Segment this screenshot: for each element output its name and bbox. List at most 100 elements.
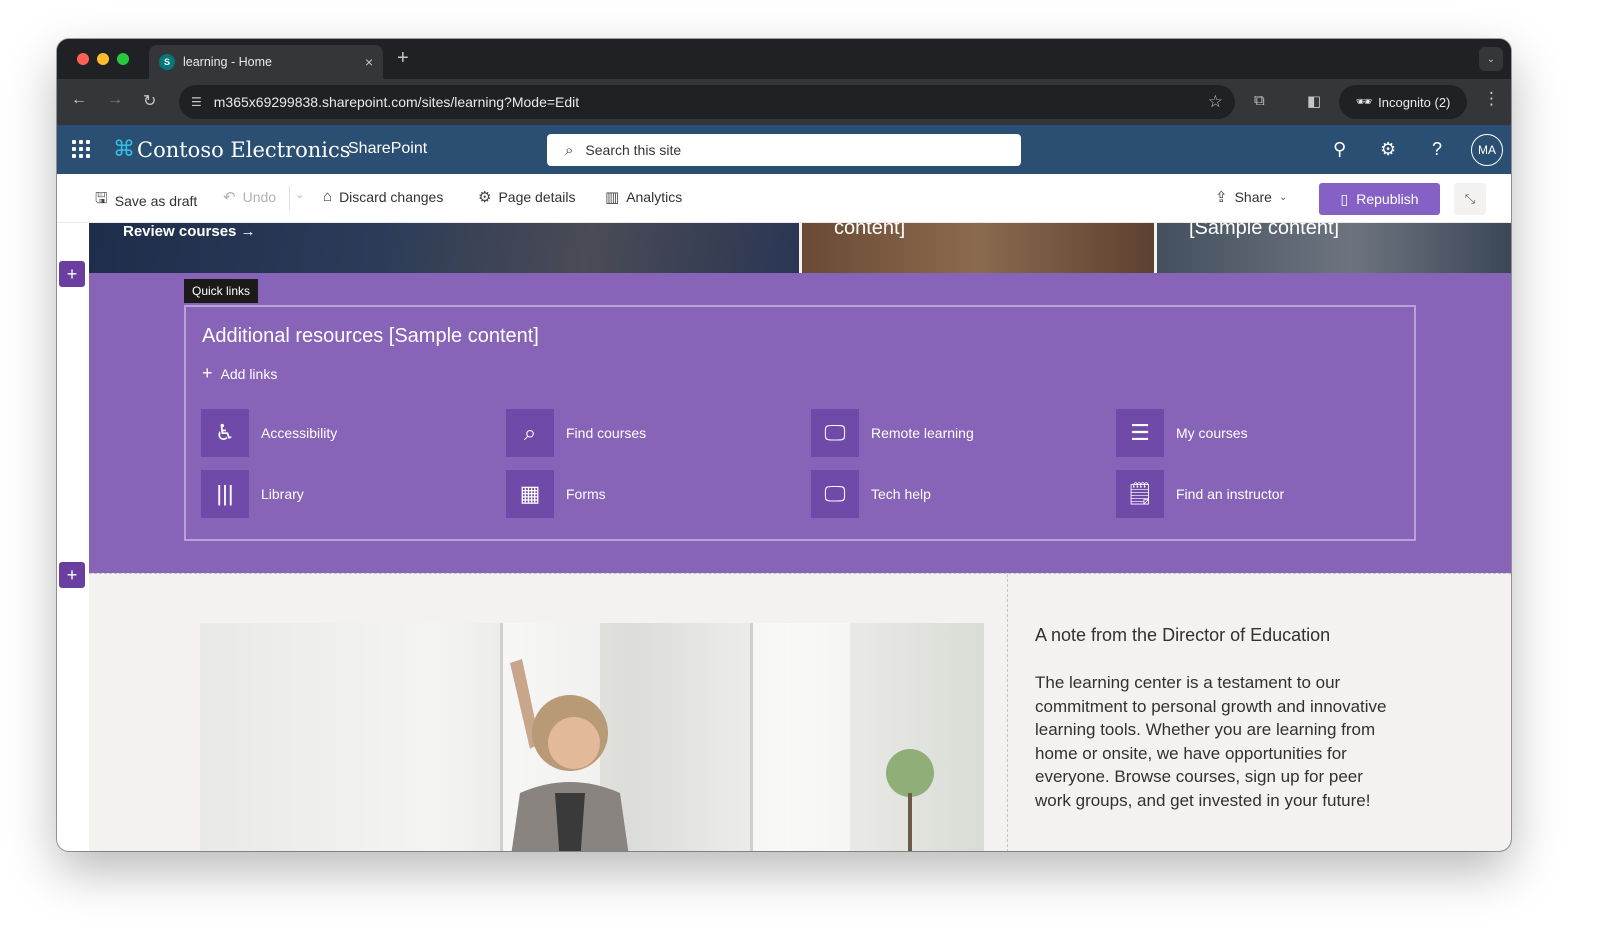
tab-strip: S learning - Home × + ⌄: [57, 39, 1511, 79]
hero-tile[interactable]: content]: [802, 223, 1154, 273]
note-title[interactable]: A note from the Director of Education: [1035, 625, 1330, 646]
discard-changes-label: Discard changes: [339, 188, 444, 205]
org-brand[interactable]: ⌘ Contoso Electronics: [113, 137, 351, 162]
add-links-label: Add links: [220, 365, 278, 382]
director-photo[interactable]: [200, 623, 984, 851]
quick-links-title[interactable]: Additional resources [Sample content]: [202, 325, 539, 348]
tab-search-button[interactable]: ⌄: [1479, 47, 1503, 71]
forms-icon: ▦: [506, 470, 554, 518]
incognito-indicator[interactable]: 🕶 Incognito (2): [1339, 85, 1467, 119]
republish-button[interactable]: ▯ Republish: [1319, 183, 1440, 215]
search-icon: ⌕: [565, 141, 574, 159]
hero-tile-text: [Sample content]: [1189, 223, 1340, 239]
org-name: Contoso Electronics: [137, 137, 351, 162]
hero-tile[interactable]: Review courses →: [89, 223, 799, 273]
republish-icon: ▯: [1340, 190, 1349, 207]
help-icon[interactable]: ?: [1432, 139, 1442, 160]
undo-icon: ↶: [223, 189, 236, 206]
page-details-button[interactable]: ⚙ Page details: [478, 188, 576, 206]
tab-learning-home[interactable]: S learning - Home ×: [149, 45, 383, 79]
monitor-check-icon: 🖵: [811, 409, 859, 457]
forward-arrow-icon[interactable]: →: [107, 91, 123, 109]
quick-link-library[interactable]: ||| Library: [201, 470, 304, 518]
quick-link-tech-help[interactable]: 🖵 Tech help: [811, 470, 931, 518]
quick-link-find-courses[interactable]: ⌕ Find courses: [506, 409, 646, 457]
browser-menu-icon[interactable]: ⋮: [1483, 89, 1500, 109]
quick-link-remote-learning[interactable]: 🖵 Remote learning: [811, 409, 974, 457]
settings-gear-icon[interactable]: ⚙: [1380, 139, 1396, 160]
republish-label: Republish: [1356, 191, 1419, 207]
back-arrow-icon[interactable]: ←: [71, 91, 87, 109]
quick-link-label: Find an instructor: [1176, 486, 1285, 502]
suite-bar: ⌘ Contoso Electronics SharePoint ⌕ Searc…: [57, 125, 1511, 174]
quick-link-forms[interactable]: ▦ Forms: [506, 470, 606, 518]
edit-command-bar: 🖫 Save as draft ↶ Undo ⌄ ⌂ Discard chang…: [57, 174, 1511, 223]
site-search-box[interactable]: ⌕ Search this site: [547, 134, 1021, 166]
new-tab-button[interactable]: +: [397, 47, 409, 70]
undo-dropdown-chevron-icon[interactable]: ⌄: [295, 188, 304, 201]
address-bar[interactable]: ☰ m365x69299838.sharepoint.com/sites/lea…: [179, 85, 1235, 119]
reload-icon[interactable]: ↻: [143, 91, 156, 111]
share-button[interactable]: ⇪ Share ⌄: [1215, 188, 1287, 206]
url-text[interactable]: m365x69299838.sharepoint.com/sites/learn…: [214, 94, 1208, 110]
incognito-icon: 🕶: [1355, 94, 1373, 109]
analytics-label: Analytics: [626, 189, 683, 205]
side-panel-icon[interactable]: ◧: [1307, 92, 1321, 110]
discard-icon: ⌂: [323, 188, 333, 205]
save-icon: 🖫: [95, 190, 108, 207]
quick-links-section: Quick links Additional resources [Sample…: [89, 273, 1511, 573]
accessibility-icon: ♿: [201, 409, 249, 457]
quick-link-label: Tech help: [871, 486, 931, 502]
share-label: Share: [1234, 189, 1272, 205]
add-section-button[interactable]: +: [59, 261, 85, 287]
quick-link-find-an-instructor[interactable]: 🗒 Find an instructor: [1116, 470, 1284, 518]
quick-link-label: Find courses: [566, 425, 647, 441]
left-gutter: [57, 223, 89, 851]
page-details-label: Page details: [498, 189, 576, 205]
bookmark-star-icon[interactable]: ☆: [1208, 92, 1223, 112]
sites-icon[interactable]: ⚲: [1333, 139, 1346, 160]
tab-title: learning - Home: [183, 55, 272, 69]
undo-divider: [289, 186, 290, 210]
tab-close-icon[interactable]: ×: [365, 54, 373, 70]
minimize-window-button[interactable]: [97, 53, 109, 65]
review-courses-link[interactable]: Review courses →: [123, 223, 256, 240]
sharepoint-favicon-icon: S: [159, 54, 175, 70]
maximize-window-button[interactable]: [117, 53, 129, 65]
photo-window-pane: [750, 623, 850, 851]
quick-link-accessibility[interactable]: ♿ Accessibility: [201, 409, 337, 457]
search-icon: ⌕: [506, 409, 554, 457]
site-info-icon[interactable]: ☰: [191, 95, 202, 109]
library-icon: |||: [201, 470, 249, 518]
close-window-button[interactable]: [77, 53, 89, 65]
note-body[interactable]: The learning center is a testament to ou…: [1035, 671, 1395, 812]
save-as-draft-button[interactable]: 🖫 Save as draft: [95, 188, 197, 213]
quick-links-webpart[interactable]: Additional resources [Sample content] + …: [184, 305, 1416, 541]
collapse-toolbox-icon[interactable]: ⤡: [1454, 183, 1486, 215]
quick-link-label: Forms: [566, 486, 606, 502]
add-section-button[interactable]: +: [59, 562, 85, 588]
analytics-button[interactable]: ▥ Analytics: [605, 188, 682, 206]
content-section: A note from the Director of Education Th…: [89, 573, 1511, 851]
hero-tile[interactable]: [Sample content]: [1157, 223, 1511, 273]
user-avatar[interactable]: MA: [1471, 134, 1503, 166]
gear-icon: ⚙: [478, 189, 492, 206]
quick-link-my-courses[interactable]: ☰ My courses: [1116, 409, 1248, 457]
browser-toolbar: ← → ↻ ☰ m365x69299838.sharepoint.com/sit…: [57, 79, 1511, 125]
share-chevron-icon: ⌄: [1278, 191, 1288, 203]
save-as-draft-label: Save as draft: [114, 192, 198, 209]
app-name[interactable]: SharePoint: [348, 140, 427, 158]
quick-link-label: Remote learning: [871, 425, 974, 441]
share-icon: ⇪: [1215, 189, 1228, 206]
quick-link-label: Library: [261, 486, 304, 502]
person-illustration: [510, 659, 629, 851]
add-links-button[interactable]: + Add links: [202, 363, 277, 384]
analytics-chart-icon: ▥: [605, 189, 620, 206]
extensions-icon[interactable]: ⧉: [1254, 92, 1265, 109]
page-canvas: + + Review courses → content] [Sample co…: [57, 223, 1511, 851]
undo-button[interactable]: ↶ Undo: [223, 188, 276, 206]
app-launcher-icon[interactable]: [72, 140, 90, 158]
browser-window: S learning - Home × + ⌄ ← → ↻ ☰ m365x692…: [57, 39, 1511, 851]
discard-changes-button[interactable]: ⌂ Discard changes: [323, 188, 443, 205]
contoso-logo-icon: ⌘: [113, 137, 135, 162]
